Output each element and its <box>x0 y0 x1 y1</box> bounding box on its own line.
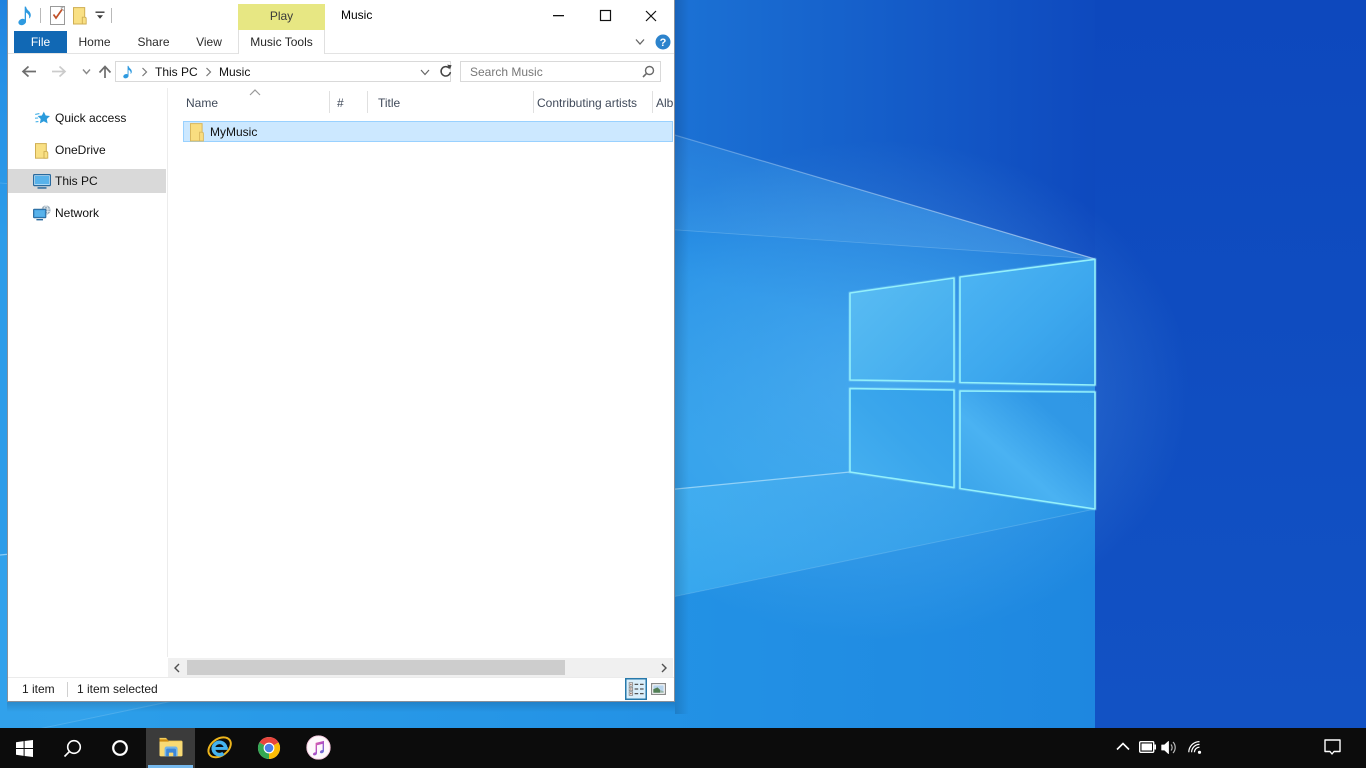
svg-text:?: ? <box>660 37 667 49</box>
